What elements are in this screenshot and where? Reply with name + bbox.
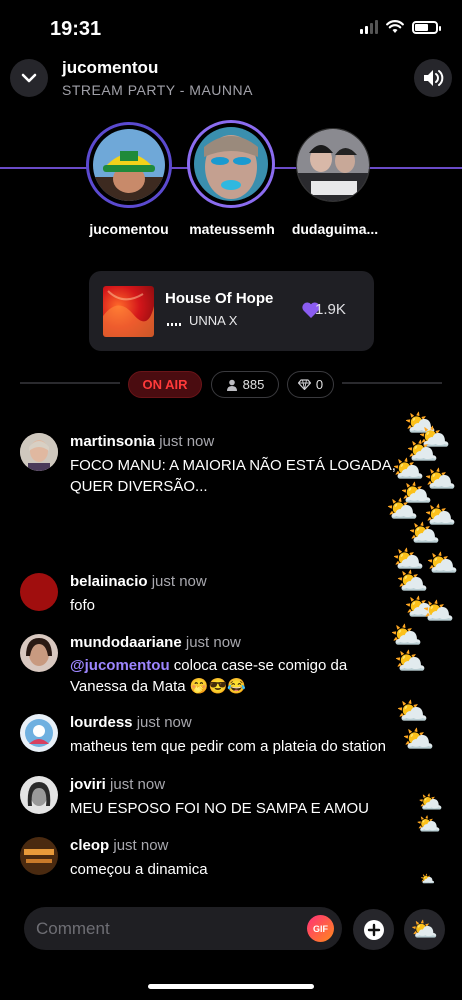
speaker-icon [424,70,444,86]
comment-text-body: coloca case-se comigo da [169,657,348,674]
comment-text: @jucomentou coloca case-se comigo da [70,655,450,676]
comment-time: just now [136,714,192,731]
comment-header: mundodaariane just now [70,634,241,651]
comment-input[interactable]: Comment GIF [24,907,342,950]
comment-username[interactable]: belaiinacio [70,573,148,590]
cloud-sun-icon: ⛅ [408,518,441,548]
comment-text: começou a dinamica [70,861,208,878]
comment-text: fofo [70,597,96,614]
comment-text: MEU ESPOSO FOI NO DE SAMPA E AMOU [70,800,369,817]
avatar-image [20,837,58,875]
page-title: jucomentou [62,58,159,77]
gif-button[interactable]: GIF [307,915,334,942]
comment-username[interactable]: martinsonia [70,433,155,450]
comment-time: just now [110,776,166,793]
collapse-button[interactable] [10,59,48,97]
battery-icon [412,20,441,34]
comment-text: matheus tem que pedir com a plateia do s… [70,738,387,755]
viewers-number: 885 [242,377,265,392]
volume-button[interactable] [414,59,452,97]
comment-text: Vanessa da Mata 🤭😎😂 [70,678,246,695]
diamond-icon [297,379,311,390]
participant-name: mateussemh [189,221,275,237]
reaction-button[interactable]: ⛅ [404,909,445,950]
cloud-sun-icon: ⛅ [396,696,429,726]
avatar-image [20,714,58,752]
diamonds-count[interactable]: 0 [287,371,334,398]
page-subtitle: STREAM PARTY - MAUNNA [62,82,253,98]
cloud-sun-icon: ⛅ [410,916,439,942]
comment-avatar[interactable] [20,714,58,752]
cloud-sun-icon: ⛅ [406,436,439,466]
avatar-image [93,129,165,201]
comment-username[interactable]: mundodaariane [70,634,182,651]
comment-username[interactable]: joviri [70,776,106,793]
signal-icon [360,20,378,34]
comment-time: just now [185,634,241,651]
like-count: 1.9K [315,301,346,318]
cloud-sun-icon: ⛅ [424,500,457,530]
comment-time: just now [151,573,207,590]
diamonds-number: 0 [315,377,324,392]
comment-text: QUER DIVERSÃO... [70,478,208,495]
participant-avatar-jucomentou[interactable] [86,122,172,208]
status-time: 19:31 [50,18,102,40]
comment-avatar[interactable] [20,837,58,875]
comment-avatar[interactable] [20,573,58,611]
comment-header: joviri just now [70,776,165,793]
participant-avatar-mateussemh[interactable] [187,120,275,208]
comment-header: cleop just now [70,837,168,854]
participant-name: dudaguima... [291,221,379,237]
participant-avatar-dudaguima[interactable] [296,128,370,202]
status-icons [360,20,441,34]
cloud-sun-icon: ⛅ [386,494,419,524]
cloud-sun-icon: ⛅ [396,566,429,596]
cloud-sun-icon: ⛅ [418,422,451,452]
comment-username[interactable]: cleop [70,837,109,854]
cloud-sun-icon: ⛅ [390,620,423,650]
equalizer-icon [167,320,181,326]
cloud-sun-icon: ⛅ [404,408,437,438]
cloud-sun-icon: ⛅ [392,544,425,574]
comment-avatar[interactable] [20,433,58,471]
participant-name: jucomentou [89,221,169,237]
comment-header: lourdess just now [70,714,192,731]
wifi-icon [386,20,404,33]
avatar-image [297,129,369,201]
plus-icon [363,919,384,940]
avatar-image [194,127,268,201]
add-button[interactable] [353,909,394,950]
divider-right [342,382,442,384]
avatar-image [20,433,58,471]
album-art [103,290,154,337]
comment-placeholder: Comment [36,919,110,938]
cloud-sun-icon: ⛅ [426,548,459,578]
comment-avatar[interactable] [20,776,58,814]
comment-mention[interactable]: @jucomentou [70,657,170,674]
chevron-down-icon [21,73,37,83]
on-air-badge: ON AIR [128,371,202,398]
avatar-image [20,634,58,672]
avatar-image [20,776,58,814]
song-title: House Of Hope [165,290,274,307]
comment-avatar[interactable] [20,634,58,672]
comment-header: belaiinacio just now [70,573,207,590]
comment-username[interactable]: lourdess [70,714,133,731]
comment-header: martinsonia just now [70,433,214,450]
person-icon [226,379,237,391]
comment-text: FOCO MANU: A MAIORIA NÃO ESTÁ LOGADA, [70,457,396,474]
now-playing-card[interactable]: House Of Hope UNNA X 1.9K [89,271,374,351]
divider-left [20,382,120,384]
song-artist: UNNA X [189,313,238,328]
comment-time: just now [159,433,215,450]
viewers-count[interactable]: 885 [211,371,279,398]
home-indicator [148,984,314,989]
album-cover [103,286,154,337]
comment-time: just now [113,837,169,854]
